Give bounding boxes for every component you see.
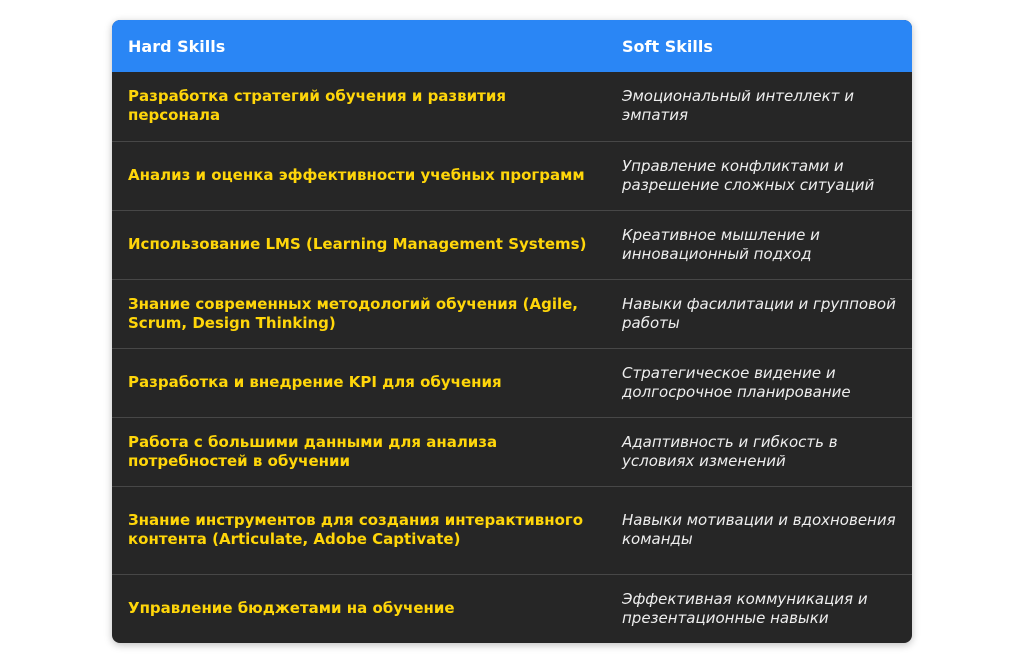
- hard-skill-cell: Анализ и оценка эффективности учебных пр…: [128, 166, 585, 184]
- skills-table-card: Hard Skills Soft Skills Разработка страт…: [112, 20, 912, 643]
- hard-skill-cell: Управление бюджетами на обучение: [128, 599, 455, 618]
- hard-skill-cell: Использование LMS (Learning Management S…: [128, 235, 587, 253]
- skills-table: Hard Skills Soft Skills Разработка страт…: [112, 20, 912, 643]
- table-row: Разработка и внедрение KPI для обучения …: [112, 348, 912, 417]
- table-row: Работа с большими данными для анализа по…: [112, 417, 912, 486]
- header-soft-skills: Soft Skills: [622, 36, 713, 56]
- table-header: Hard Skills Soft Skills: [112, 20, 912, 72]
- soft-skill-cell: Адаптивность и гибкость в условиях измен…: [622, 432, 838, 470]
- table-row: Разработка стратегий обучения и развития…: [112, 72, 912, 141]
- soft-skill-cell: Стратегическое видение и долгосрочное пл…: [622, 363, 851, 401]
- table-row: Анализ и оценка эффективности учебных пр…: [112, 141, 912, 210]
- hard-skill-cell: Знание инструментов для создания интерак…: [128, 511, 584, 548]
- table-row: Знание современных методологий обучения …: [112, 279, 912, 348]
- soft-skill-cell: Эмоциональный интеллект и эмпатия: [622, 87, 854, 125]
- soft-skill-cell: Управление конфликтами и разрешение слож…: [622, 156, 875, 194]
- table-row: Управление бюджетами на обучение Эффекти…: [112, 574, 912, 643]
- soft-skill-cell: Навыки мотивации и вдохновения команды: [622, 511, 896, 548]
- table-body: Разработка стратегий обучения и развития…: [112, 72, 912, 643]
- soft-skill-cell: Эффективная коммуникация и презентационн…: [622, 589, 868, 627]
- soft-skill-cell: Креативное мышление и инновационный подх…: [622, 225, 820, 263]
- table-row: Использование LMS (Learning Management S…: [112, 210, 912, 279]
- table-row: Знание инструментов для создания интерак…: [112, 486, 912, 574]
- hard-skill-cell: Разработка и внедрение KPI для обучения: [128, 373, 502, 391]
- header-row: Hard Skills Soft Skills: [112, 20, 912, 72]
- hard-skill-cell: Работа с большими данными для анализа по…: [128, 432, 498, 470]
- soft-skill-cell: Навыки фасилитации и групповой работы: [622, 294, 896, 332]
- hard-skill-cell: Знание современных методологий обучения …: [128, 294, 578, 332]
- header-hard-skills: Hard Skills: [128, 36, 226, 56]
- hard-skill-cell: Разработка стратегий обучения и развития…: [128, 87, 506, 125]
